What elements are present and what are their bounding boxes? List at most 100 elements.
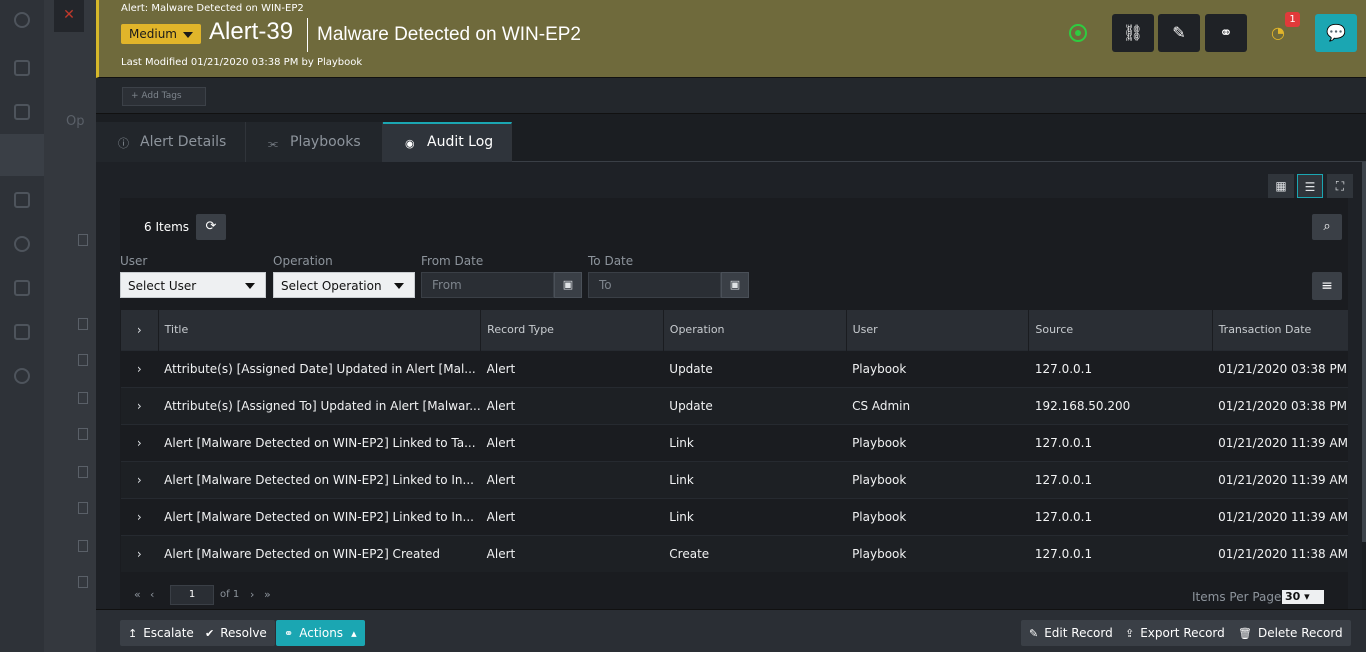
table-row[interactable]: › Alert [Malware Detected on WIN-EP2] Cr… <box>120 534 1348 572</box>
expand-row-icon[interactable]: › <box>120 349 159 387</box>
background-checkbox <box>78 354 88 366</box>
background-checkbox <box>78 540 88 552</box>
from-date-input[interactable]: From <box>421 272 554 298</box>
link-icon: ⚭ <box>284 627 294 640</box>
to-date-calendar-button[interactable]: ▣ <box>721 272 749 298</box>
cell-operation: Create <box>663 534 847 572</box>
export-icon: ⇪ <box>1125 627 1135 640</box>
escalate-button[interactable]: ↥ Escalate <box>120 620 202 646</box>
chat-icon: 💬 <box>1326 23 1346 42</box>
column-header-user[interactable]: User <box>845 310 1029 350</box>
playbook-icon: ⫘ <box>268 137 278 150</box>
table-row[interactable]: › Alert [Malware Detected on WIN-EP2] Li… <box>120 497 1348 535</box>
to-date-input[interactable]: To <box>588 272 721 298</box>
list-view-button[interactable]: ☰ <box>1297 174 1323 198</box>
operation-filter-label: Operation <box>273 254 333 268</box>
tab-playbooks[interactable]: ⫘ Playbooks <box>246 122 383 162</box>
expand-row-icon[interactable]: › <box>120 497 159 535</box>
cell-operation: Update <box>663 349 847 387</box>
escalate-label: Escalate <box>143 626 194 640</box>
search-button[interactable]: ⌕ <box>1312 214 1342 240</box>
cell-title: Alert [Malware Detected on WIN-EP2] Link… <box>158 460 481 498</box>
operation-select-value: Select Operation <box>281 279 382 293</box>
background-checkbox <box>78 234 88 246</box>
alert-id: Alert-39 <box>209 18 294 45</box>
refresh-button[interactable]: ⟳ <box>196 214 226 240</box>
column-menu-button[interactable]: ≡ <box>1312 272 1342 300</box>
operation-select[interactable]: Select Operation <box>273 272 415 298</box>
edit-button[interactable]: ✎ <box>1158 14 1200 52</box>
actions-button[interactable]: ⚭ Actions ▴ <box>276 620 365 646</box>
lightning-icon <box>14 236 30 252</box>
expand-row-icon[interactable]: › <box>120 534 159 572</box>
dashboard-icon <box>14 60 30 76</box>
timer-icon: ◔ <box>1271 23 1285 42</box>
from-date-calendar-button[interactable]: ▣ <box>554 272 582 298</box>
cell-date: 01/21/2020 03:38 PM <box>1212 349 1348 387</box>
table-row[interactable]: › Alert [Malware Detected on WIN-EP2] Li… <box>120 460 1348 498</box>
cell-record-type: Alert <box>480 423 664 461</box>
background-checkbox <box>78 502 88 514</box>
table-row[interactable]: › Attribute(s) [Assigned To] Updated in … <box>120 386 1348 424</box>
chat-button[interactable]: 💬 <box>1315 14 1357 52</box>
link-icon: ⚭ <box>1219 23 1233 42</box>
action-footer: ↥ Escalate ✔ Resolve ⚭ Actions ▴ ✎ Edit Recor… <box>96 609 1366 652</box>
expand-row-icon[interactable]: › <box>120 386 159 424</box>
expand-row-icon[interactable]: › <box>120 460 159 498</box>
grid-icon: ▦ <box>1275 179 1287 193</box>
expand-row-icon[interactable]: › <box>120 423 159 461</box>
items-per-page-select[interactable]: 30 ▾ <box>1282 590 1324 604</box>
audit-log-content: ▦ ☰ ⛶ 6 Items ⟳ ⌕ User Select User Opera… <box>96 162 1362 615</box>
background-checkbox <box>78 466 88 478</box>
table-row[interactable]: › Alert [Malware Detected on WIN-EP2] Li… <box>120 423 1348 461</box>
column-header-transaction-date[interactable]: Transaction Date <box>1211 310 1348 350</box>
hierarchy-button[interactable]: ⛓ <box>1112 14 1154 52</box>
cell-date: 01/21/2020 03:38 PM <box>1212 386 1348 424</box>
previous-page-icon[interactable]: ‹ <box>150 588 154 601</box>
list-icon: ☰ <box>1304 180 1316 194</box>
audit-log-panel: 6 Items ⟳ ⌕ User Select User Operation S… <box>120 198 1348 615</box>
export-record-button[interactable]: ⇪ Export Record <box>1117 620 1233 646</box>
delete-record-button[interactable]: 🗑 Delete Record <box>1230 620 1351 646</box>
tab-alert-details[interactable]: ⓘ Alert Details <box>96 122 246 162</box>
table-row[interactable]: › Attribute(s) [Assigned Date] Updated i… <box>120 349 1348 387</box>
check-icon: ✔ <box>205 627 215 640</box>
pagination: « ‹ 1 of 1 › » Items Per Page 30 ▾ <box>96 583 1362 609</box>
cell-user: Playbook <box>846 349 1029 387</box>
trash-icon: 🗑 <box>1238 627 1252 640</box>
alert-modal: Alert: Malware Detected on WIN-EP2 Mediu… <box>96 0 1366 652</box>
alert-header: Alert: Malware Detected on WIN-EP2 Mediu… <box>96 0 1366 78</box>
cell-source: 127.0.0.1 <box>1028 497 1213 535</box>
cell-date: 01/21/2020 11:38 AM <box>1212 534 1348 572</box>
tab-audit-log[interactable]: ◉ Audit Log <box>383 122 512 162</box>
table-header-row: › Title Record Type Operation User Sourc… <box>120 310 1348 350</box>
cell-record-type: Alert <box>480 386 664 424</box>
last-page-icon[interactable]: » <box>264 588 271 601</box>
column-header-source[interactable]: Source <box>1028 310 1213 350</box>
fullscreen-button[interactable]: ⛶ <box>1327 174 1353 198</box>
cell-date: 01/21/2020 11:39 AM <box>1212 423 1348 461</box>
edit-record-button[interactable]: ✎ Edit Record <box>1021 620 1121 646</box>
user-select[interactable]: Select User <box>120 272 266 298</box>
add-tags-input[interactable]: + Add Tags <box>122 87 206 106</box>
severity-dropdown[interactable]: Medium <box>121 24 201 44</box>
column-header-operation[interactable]: Operation <box>662 310 847 350</box>
grid-view-button[interactable]: ▦ <box>1268 174 1294 198</box>
next-page-icon[interactable]: › <box>250 588 254 601</box>
expand-all-icon[interactable]: › <box>120 310 159 350</box>
actions-label: Actions <box>299 626 344 640</box>
first-page-icon[interactable]: « <box>134 588 141 601</box>
user-filter-label: User <box>120 254 148 268</box>
resolve-button[interactable]: ✔ Resolve <box>197 620 275 646</box>
page-number-input[interactable]: 1 <box>170 585 214 605</box>
background-checkbox <box>78 576 88 588</box>
tab-label: Audit Log <box>427 134 494 150</box>
column-header-title[interactable]: Title <box>157 310 481 350</box>
cell-record-type: Alert <box>480 460 664 498</box>
link-button[interactable]: ⚭ <box>1205 14 1247 52</box>
column-header-record-type[interactable]: Record Type <box>480 310 664 350</box>
cell-user: Playbook <box>846 534 1029 572</box>
vertical-scrollbar[interactable] <box>1362 162 1366 542</box>
cell-source: 127.0.0.1 <box>1028 534 1213 572</box>
item-count: 6 Items <box>144 220 190 234</box>
